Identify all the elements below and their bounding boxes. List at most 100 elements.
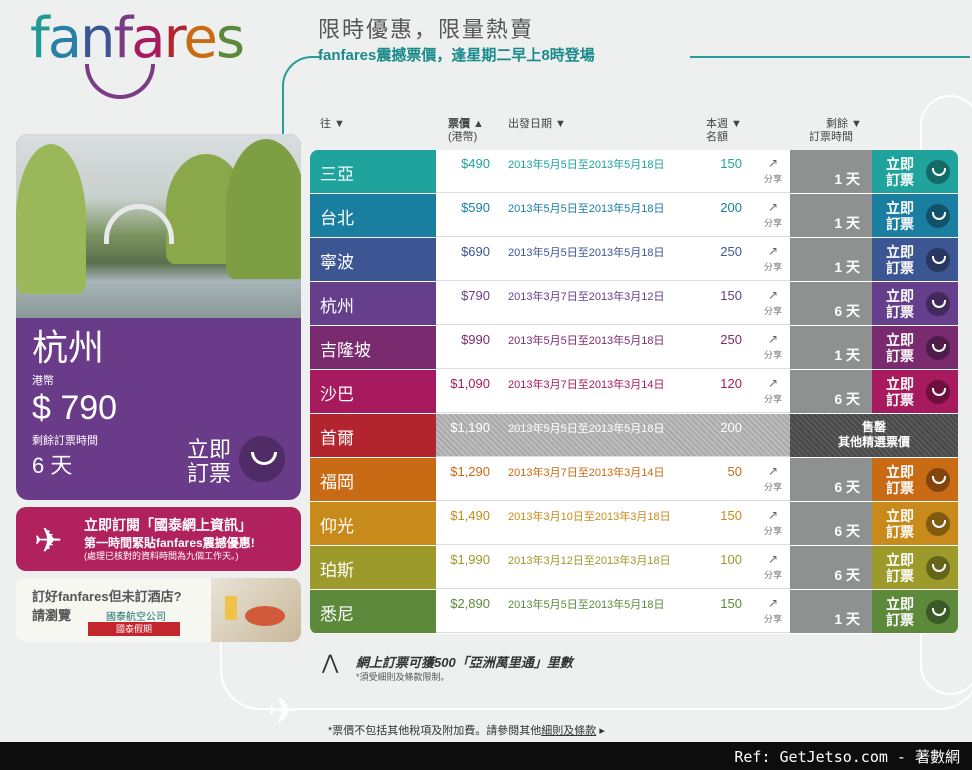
share-arrow-icon: ↗	[767, 200, 779, 214]
destination-cell[interactable]: 寧波	[310, 238, 436, 281]
remaining-time: 1 天	[790, 238, 872, 281]
plate-shape	[245, 606, 285, 626]
sort-quota[interactable]: 本週 ▼ 名額	[706, 118, 742, 144]
smile-icon	[926, 600, 950, 624]
fare-price: $1,090	[450, 376, 490, 391]
book-label: 立即 訂票	[886, 244, 914, 276]
featured-book-line2: 訂票	[186, 461, 231, 486]
book-now-button[interactable]: 立即 訂票	[872, 194, 958, 237]
fanfares-logo[interactable]: fanfares	[30, 4, 280, 104]
sort-remaining[interactable]: 剩餘 ▼ 訂票時間	[800, 118, 862, 144]
terms-link[interactable]: 細則及條款	[541, 725, 596, 737]
soldout-banner[interactable]: 售罄 其他精選票價	[790, 414, 958, 457]
fare-row[interactable]: 三亞 $490 2013年5月5日至2013年5月18日 150 ↗ 分享 1 天立即 訂票	[310, 150, 958, 194]
book-now-button[interactable]: 立即 訂票	[872, 150, 958, 193]
book-now-button[interactable]: 立即 訂票	[872, 238, 958, 281]
hotel-promo-banner[interactable]: 訂好fanfares但未訂酒店? 請瀏覽 國泰航空公司 國泰假期	[16, 578, 301, 642]
destination-cell[interactable]: 悉尼	[310, 590, 436, 633]
fare-row[interactable]: 福岡 $1,290 2013年3月7日至2013年3月14日 50 ↗ 分享 6 天立即 訂票	[310, 458, 958, 502]
book-label: 立即 訂票	[886, 200, 914, 232]
share-button[interactable]: ↗ 分享	[760, 552, 786, 581]
destination-cell[interactable]: 台北	[310, 194, 436, 237]
fare-row[interactable]: 台北 $590 2013年5月5日至2013年5月18日 200 ↗ 分享 1 天立即 訂票	[310, 194, 958, 238]
fare-row[interactable]: 吉隆坡 $990 2013年5月5日至2013年5月18日 250 ↗ 分享 1 天立即 訂票	[310, 326, 958, 370]
subscribe-note: (處理已核對的資料時間為九個工作天。)	[84, 551, 239, 561]
fare-row[interactable]: 仰光 $1,490 2013年3月10日至2013年3月18日 150 ↗ 分享 6 天立即…	[310, 502, 958, 546]
destination-cell[interactable]: 首爾	[310, 414, 436, 457]
share-arrow-icon: ↗	[767, 376, 779, 390]
book-now-button[interactable]: 立即 訂票	[872, 370, 958, 413]
fare-row[interactable]: 首爾 $1,190 2013年5月5日至2013年5月18日 200 售罄 其他精選票價	[310, 414, 958, 458]
footnote-text: *票價不包括其他稅項及附加費。請參閱其他	[328, 725, 542, 737]
book-now-button[interactable]: 立即 訂票	[872, 282, 958, 325]
fare-price: $1,990	[450, 552, 490, 567]
share-arrow-icon: ↗	[767, 332, 779, 346]
remaining-time: 1 天	[790, 150, 872, 193]
sort-fare[interactable]: 票價 ▲ (港幣)	[448, 118, 484, 144]
share-button[interactable]: ↗ 分享	[760, 376, 786, 405]
share-button[interactable]: ↗ 分享	[760, 288, 786, 317]
featured-smile-icon[interactable]	[239, 436, 285, 482]
share-arrow-icon: ↗	[767, 552, 779, 566]
fare-price: $1,290	[450, 464, 490, 479]
subscribe-promo-banner[interactable]: ✈ 立即訂閱「國泰網上資訊」 第一時間緊貼fanfares震撼優惠! (處理已核…	[16, 507, 301, 571]
destination-cell[interactable]: 吉隆坡	[310, 326, 436, 369]
book-now-button[interactable]: 立即 訂票	[872, 546, 958, 589]
share-label: 分享	[763, 350, 782, 360]
weekly-quota: 200	[720, 420, 742, 435]
fare-row[interactable]: 寧波 $690 2013年5月5日至2013年5月18日 250 ↗ 分享 1 天立即 訂票	[310, 238, 958, 282]
quota-header-label: 本週 ▼	[706, 118, 742, 130]
weekly-quota: 100	[720, 552, 742, 567]
fare-price: $990	[461, 332, 490, 347]
remaining-time: 1 天	[790, 326, 872, 369]
departure-dates: 2013年3月7日至2013年3月14日	[508, 467, 665, 479]
destination-cell[interactable]: 杭州	[310, 282, 436, 325]
fare-price: $2,890	[450, 596, 490, 611]
share-button[interactable]: ↗ 分享	[760, 332, 786, 361]
book-line1: 立即	[886, 596, 914, 612]
weekly-quota: 50	[727, 464, 742, 479]
share-label: 分享	[763, 394, 782, 404]
book-now-button[interactable]: 立即 訂票	[872, 326, 958, 369]
miles-title: 網上訂票可獲500「亞洲萬里通」里數	[356, 655, 573, 670]
book-line1: 立即	[886, 156, 914, 172]
destination-cell[interactable]: 沙巴	[310, 370, 436, 413]
departure-dates: 2013年3月7日至2013年3月12日	[508, 291, 665, 303]
departure-dates: 2013年5月5日至2013年5月18日	[508, 599, 665, 611]
book-now-button[interactable]: 立即 訂票	[872, 502, 958, 545]
fare-row[interactable]: 珀斯 $1,990 2013年3月12日至2013年3月18日 100 ↗ 分享 6 天立即…	[310, 546, 958, 590]
weekly-quota: 150	[720, 596, 742, 611]
destination-cell[interactable]: 福岡	[310, 458, 436, 501]
destination-cell[interactable]: 三亞	[310, 150, 436, 193]
remaining-time: 6 天	[790, 282, 872, 325]
featured-deal-card[interactable]: 杭州 港幣 $ 790 剩餘訂票時間 6 天 立即 訂票	[16, 134, 301, 500]
share-label: 分享	[763, 526, 782, 536]
featured-book-button[interactable]: 立即 訂票	[187, 438, 231, 486]
share-arrow-icon: ↗	[767, 464, 779, 478]
fare-row[interactable]: 沙巴 $1,090 2013年3月7日至2013年3月14日 120 ↗ 分享 6 天立即訂…	[310, 370, 958, 414]
sort-destination[interactable]: 往 ▼	[320, 118, 345, 131]
share-button[interactable]: ↗ 分享	[760, 596, 786, 625]
book-now-button[interactable]: 立即 訂票	[872, 458, 958, 501]
share-button[interactable]: ↗ 分享	[760, 464, 786, 493]
departure-dates: 2013年5月5日至2013年5月18日	[508, 335, 665, 347]
book-label: 立即 訂票	[886, 464, 914, 496]
terms-arrow-icon: ▸	[599, 725, 605, 737]
airplane-decoration-icon: ✈	[268, 690, 299, 731]
destination-cell[interactable]: 珀斯	[310, 546, 436, 589]
book-line2: 訂票	[886, 172, 914, 188]
book-now-button[interactable]: 立即 訂票	[872, 590, 958, 633]
destination-cell[interactable]: 仰光	[310, 502, 436, 545]
share-arrow-icon: ↗	[767, 244, 779, 258]
share-button[interactable]: ↗ 分享	[760, 508, 786, 537]
share-button[interactable]: ↗ 分享	[760, 200, 786, 229]
fare-row[interactable]: 悉尼 $2,890 2013年5月5日至2013年5月18日 150 ↗ 分享 1 天立即訂…	[310, 590, 958, 634]
book-label: 立即 訂票	[886, 288, 914, 320]
share-button[interactable]: ↗ 分享	[760, 156, 786, 185]
featured-photo	[16, 134, 301, 318]
share-button[interactable]: ↗ 分享	[760, 244, 786, 273]
fare-row[interactable]: 杭州 $790 2013年3月7日至2013年3月12日 150 ↗ 分享 6 天立即 訂票	[310, 282, 958, 326]
smile-icon	[926, 556, 950, 580]
sub-tagline: fanfares震撼票價，逢星期二早上8時登場	[318, 47, 595, 64]
sort-departure[interactable]: 出發日期 ▼	[508, 118, 566, 131]
